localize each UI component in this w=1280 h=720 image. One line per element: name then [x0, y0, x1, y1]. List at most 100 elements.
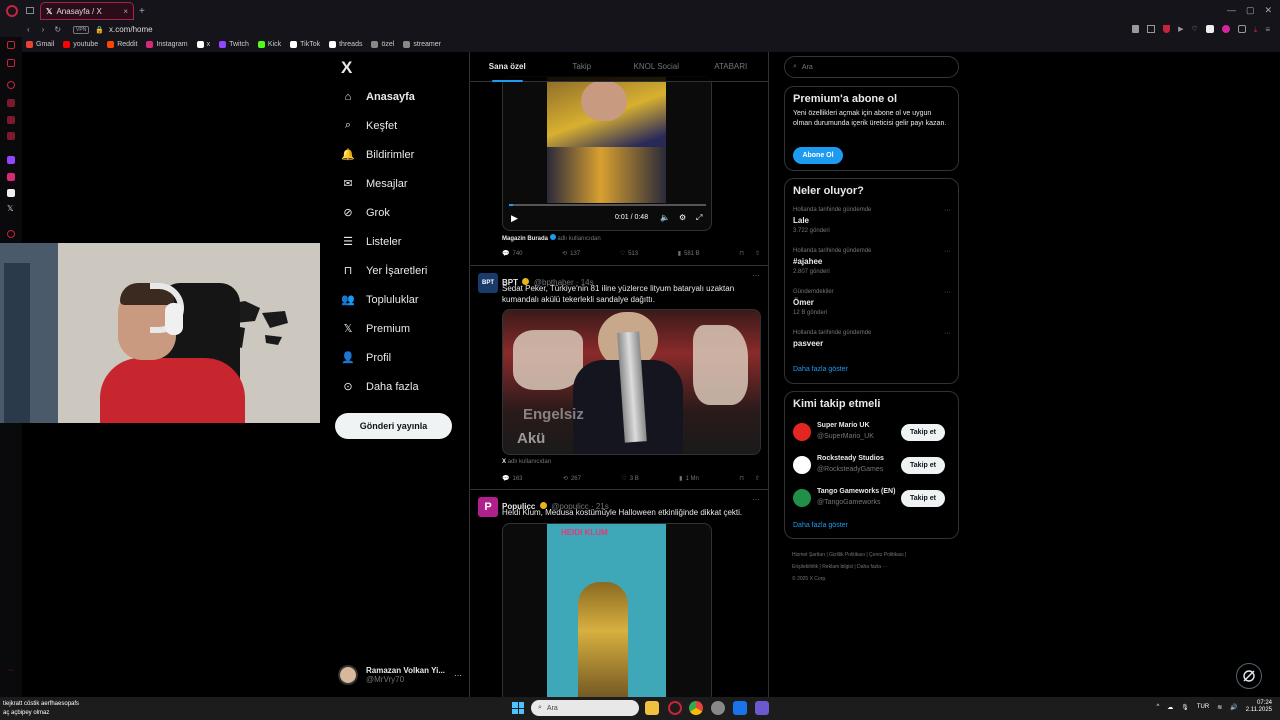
views-button[interactable]: ▮ 581 B: [678, 250, 700, 258]
like-button[interactable]: ♡ 3 B: [621, 475, 638, 483]
fullscreen-icon[interactable]: ⤢: [696, 213, 702, 223]
bookmark-icon[interactable]: ⊓: [739, 475, 744, 482]
cloud-icon[interactable]: ☁: [1167, 704, 1173, 711]
settings-taskbar-icon[interactable]: [711, 701, 725, 715]
avatar[interactable]: P: [478, 497, 498, 517]
nav-item-home[interactable]: ⌂ Anasayfa: [333, 82, 463, 111]
shield-icon[interactable]: [1163, 25, 1171, 33]
follow-suggestion[interactable]: Tango Gameworks (EN) @TangoGameworks Takip…: [793, 486, 953, 512]
trend-item[interactable]: Hollanda tarihinde gündemde Lale 3.722 gön…: [793, 207, 951, 234]
video-player[interactable]: ▶ 0:01 / 0:48 🔈 ⚙ ⤢: [502, 76, 712, 231]
close-window-icon[interactable]: ✕: [1264, 5, 1272, 16]
repost-button[interactable]: ⟲ 137: [562, 250, 580, 258]
bookmark-item[interactable]: TikTok: [290, 41, 320, 48]
extension-icon[interactable]: [1205, 25, 1214, 33]
repost-button[interactable]: ⟲ 267: [563, 475, 581, 483]
nav-item-search[interactable]: ⌕ Keşfet: [333, 111, 463, 140]
nav-item-people[interactable]: 👥 Topluluklar: [333, 285, 463, 314]
messenger-icon[interactable]: [7, 116, 15, 124]
home-sidebar-icon[interactable]: [7, 41, 15, 49]
tab-knol-social[interactable]: KNOL Social: [619, 52, 694, 82]
mic-icon[interactable]: 🎙: [1181, 704, 1189, 711]
nav-item-grok[interactable]: ⊘ Grok: [333, 198, 463, 227]
twitch-sidebar-icon[interactable]: [7, 156, 15, 164]
extension-icon[interactable]: [1237, 25, 1246, 33]
follow-button[interactable]: Takip et: [901, 457, 945, 474]
more-icon[interactable]: ···: [944, 248, 951, 255]
nav-item-person[interactable]: 👤 Profil: [333, 343, 463, 372]
bookmark-item[interactable]: Gmail: [26, 41, 54, 48]
start-icon[interactable]: [512, 702, 524, 714]
footer-line[interactable]: Hizmet Şartları | Gizlilik Politikası | …: [792, 549, 952, 561]
like-button[interactable]: ♡ 513: [620, 250, 638, 258]
nav-item-more[interactable]: ⊙ Daha fazla: [333, 372, 463, 401]
tab-for-you[interactable]: Sana özel: [470, 52, 545, 82]
tweet[interactable]: P Populicc @populicc · 21s ··· Heidi Klu…: [470, 490, 768, 697]
reply-button[interactable]: 💬 740: [502, 250, 523, 258]
tweet[interactable]: ▶ 0:01 / 0:48 🔈 ⚙ ⤢ Magazin Burada adlı …: [470, 52, 768, 266]
download-icon[interactable]: ⤓: [1254, 25, 1258, 35]
subscribe-button[interactable]: Abone Ol: [793, 147, 843, 164]
views-button[interactable]: ▮ 1 Mn: [679, 475, 699, 483]
tab-atabari[interactable]: ATABARI: [694, 52, 769, 82]
extension-icon[interactable]: [1221, 25, 1230, 33]
bookmark-item[interactable]: x: [196, 41, 210, 48]
lock-sidebar-icon[interactable]: [7, 99, 15, 107]
bookmark-item[interactable]: Kick: [257, 41, 281, 48]
pin-icon[interactable]: [1132, 25, 1140, 33]
reply-button[interactable]: 💬 163: [502, 475, 523, 483]
volume-icon[interactable]: 🔈: [660, 213, 670, 222]
bookmark-item[interactable]: Twitch: [219, 41, 249, 48]
mail-taskbar-icon[interactable]: [733, 701, 747, 715]
share-icon[interactable]: ⇧: [755, 250, 760, 257]
clock[interactable]: 07:24 2.11.2025: [1246, 700, 1272, 714]
app-taskbar-icon[interactable]: [755, 701, 769, 715]
more-icon[interactable]: ···: [454, 671, 462, 680]
taskbar-search[interactable]: ⌕ Ara: [531, 700, 639, 716]
share-icon[interactable]: ⇧: [755, 475, 760, 482]
source-name[interactable]: X: [502, 459, 506, 465]
video-progress[interactable]: [509, 204, 706, 206]
tab-close-icon[interactable]: ×: [123, 7, 128, 16]
url-field[interactable]: x.com/home: [109, 25, 153, 34]
footer-line[interactable]: Erişilebilirlik | Reklam bilgisi | Daha …: [792, 561, 952, 573]
nav-item-mail[interactable]: ✉ Mesajlar: [333, 169, 463, 198]
instagram-sidebar-icon[interactable]: [7, 173, 15, 181]
nav-item-x[interactable]: 𝕏 Premium: [333, 314, 463, 343]
back-icon[interactable]: ‹: [27, 25, 30, 34]
keyboard-lang[interactable]: TUR: [1197, 704, 1209, 710]
bookmark-item[interactable]: youtube: [63, 41, 98, 48]
forward-icon[interactable]: ›: [42, 25, 45, 34]
account-switcher[interactable]: Ramazan Volkan Yi... @MrVry70 ···: [338, 660, 462, 690]
more-sidebar-icon[interactable]: ···: [7, 667, 15, 675]
bookmark-item[interactable]: Instagram: [146, 41, 188, 48]
follow-button[interactable]: Takip et: [901, 424, 945, 441]
bookmark-icon[interactable]: ⊓: [739, 250, 744, 257]
trend-item[interactable]: Hollanda tarihinde gündemde #ajahee 2.807 …: [793, 248, 951, 275]
volume-icon[interactable]: 🔊: [1230, 704, 1237, 711]
show-more-trends[interactable]: Daha fazla göster: [793, 366, 848, 373]
tweet[interactable]: BPT BPT @bpthaber · 14s ··· Sedat Peker,…: [470, 266, 768, 490]
tiktok-sidebar-icon[interactable]: [7, 189, 15, 197]
tweet-image[interactable]: HEIDI KLUM: [502, 523, 712, 697]
music-icon[interactable]: [7, 132, 15, 140]
opera-logo-icon[interactable]: [6, 5, 18, 17]
x-logo-icon[interactable]: X: [341, 58, 352, 78]
more-icon[interactable]: ···: [944, 330, 951, 337]
follow-suggestion[interactable]: Rocksteady Studios @RocksteadyGames Takip …: [793, 453, 953, 479]
new-tab-icon[interactable]: +: [139, 6, 145, 17]
heart-icon[interactable]: ♡: [1192, 25, 1198, 35]
trend-item[interactable]: Gündemdekiler Ömer 12 B gönderi ···: [793, 289, 951, 316]
follow-button[interactable]: Takip et: [901, 490, 945, 507]
play-icon[interactable]: ▶: [511, 213, 518, 224]
browser-tab[interactable]: 𝕏 Anasayfa / X ×: [40, 2, 134, 20]
aria-icon[interactable]: [7, 81, 15, 89]
more-icon[interactable]: ···: [944, 289, 951, 296]
trend-item[interactable]: Hollanda tarihinde gündemde pasveer ···: [793, 330, 951, 351]
more-icon[interactable]: ···: [752, 271, 760, 280]
nav-item-bell[interactable]: 🔔 Bildirimler: [333, 140, 463, 169]
more-icon[interactable]: ···: [944, 207, 951, 214]
source-name[interactable]: Magazin Burada: [502, 236, 548, 242]
search-input[interactable]: ⌕ Ara: [784, 56, 959, 78]
show-more-follows[interactable]: Daha fazla göster: [793, 522, 848, 529]
